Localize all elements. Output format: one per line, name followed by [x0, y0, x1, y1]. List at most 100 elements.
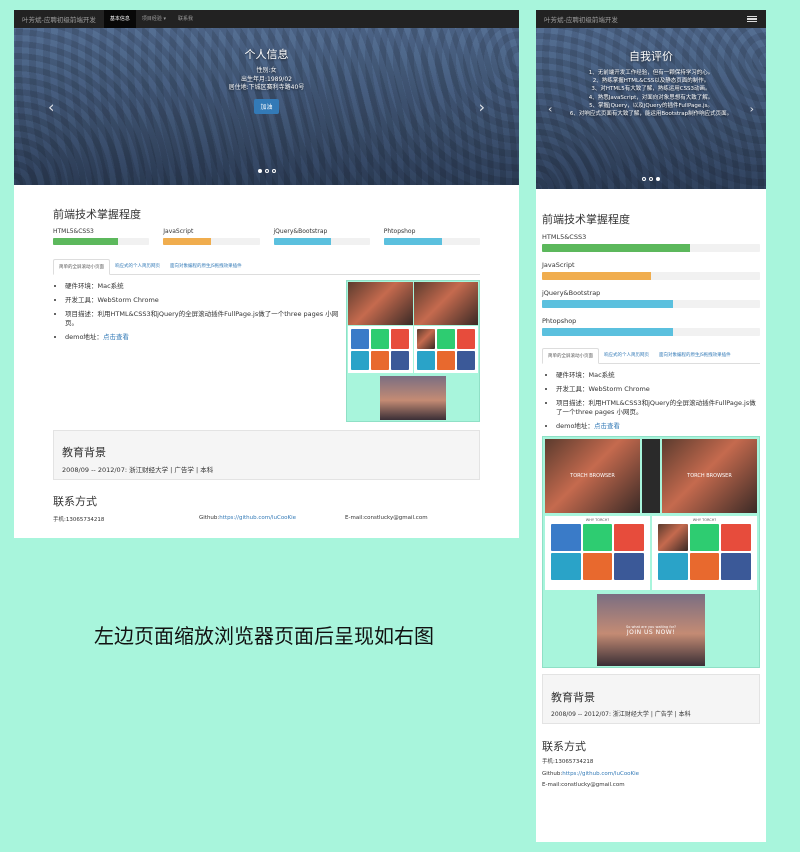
- preview-tile: [658, 524, 688, 551]
- preview-hero-text: TORCH BROWSER: [570, 473, 615, 479]
- preview-features: WHY TORCH?: [545, 516, 650, 590]
- project-bullet: 项目描述：利用HTML&CSS3和jQuery的全屏滚动插件FullPage.j…: [65, 310, 340, 328]
- demo-link[interactable]: 点击查看: [103, 333, 129, 341]
- github-link[interactable]: https://github.com/luCooKie: [562, 771, 639, 777]
- preview-hero-image: TORCH BROWSER: [545, 439, 640, 513]
- skill-item: Phtopshop: [542, 317, 760, 336]
- skill-bar: [542, 328, 760, 336]
- tab-drag-plugin[interactable]: 面向对象编程的原生JS拖拽效果插件: [654, 348, 736, 363]
- github-label: Github:: [199, 515, 220, 521]
- nav-item-basic-info[interactable]: 基本信息: [103, 10, 136, 28]
- carousel-caption: 自我评价 1、无前端开发工作经验，但有一颗保持学习的心。 2、熟练掌握HTML&…: [536, 48, 766, 118]
- carousel-indicator[interactable]: [271, 169, 276, 173]
- preview-tile: [371, 329, 390, 349]
- caption-line: 5、掌握jQuery，以及jQuery的插件FullPage.js。: [589, 102, 713, 109]
- carousel-indicator[interactable]: [656, 177, 660, 181]
- skill-bar-fill: [163, 238, 212, 245]
- project-bullet: 硬件环境：Mac系统: [65, 282, 340, 291]
- skill-item: jQuery&Bootstrap: [273, 228, 370, 245]
- preview-tiles: [654, 522, 755, 582]
- skill-item: JavaScript: [163, 228, 260, 245]
- skill-bar: [542, 272, 760, 280]
- contact-email: E-mail:constlucky@gmail.com: [345, 515, 428, 521]
- project-details: 硬件环境：Mac系统 开发工具：WebStorm Chrome 项目描述：利用H…: [53, 280, 340, 422]
- education-title: 教育背景: [551, 691, 595, 704]
- skill-bar: [542, 244, 760, 252]
- cheer-button[interactable]: 加油: [254, 98, 279, 114]
- project-bullet: 硬件环境：Mac系统: [556, 371, 760, 380]
- preview-join-text: JOIN US NOW!: [626, 628, 676, 636]
- carousel-indicator[interactable]: [264, 169, 269, 173]
- skill-bar: [542, 300, 760, 308]
- carousel-indicators: [14, 169, 519, 173]
- project-panel: 硬件环境：Mac系统 开发工具：WebStorm Chrome 项目描述：利用H…: [53, 280, 480, 422]
- preview-tiles: [413, 326, 478, 373]
- project-preview: TORCH BROWSER TORCH BROWSER WHY TORCH? W…: [542, 436, 760, 668]
- preview-sunset-image: [380, 376, 446, 420]
- education-title: 教育背景: [62, 446, 106, 459]
- skill-item: HTML5&CSS3: [53, 228, 150, 245]
- navbar-brand[interactable]: 叶芳斌-应聘初级前端开发: [536, 14, 626, 24]
- preview-tile: [689, 524, 720, 551]
- skills-title: 前端技术掌握程度: [53, 208, 141, 221]
- tab-responsive-resume[interactable]: 响应式的个人简历网页: [110, 259, 165, 274]
- preview-tile: [436, 350, 455, 370]
- skill-name: jQuery&Bootstrap: [273, 228, 328, 235]
- skill-name: jQuery&Bootstrap: [542, 289, 601, 297]
- caption-line: 2、熟练掌握HTML&CSS以及静态页面的制作。: [592, 78, 710, 85]
- skill-bar-fill: [273, 238, 332, 245]
- tab-fullpage[interactable]: 简单的全屏滚动小页面: [53, 259, 110, 275]
- preview-tile: [551, 553, 581, 580]
- navbar-brand[interactable]: 叶芳斌-应聘初级前端开发: [14, 14, 104, 24]
- contact-github: Github:https://github.com/luCooKie: [199, 515, 345, 523]
- carousel-prev-icon[interactable]: ‹: [548, 102, 552, 115]
- contact-phone: 手机:13065734218: [542, 759, 594, 765]
- skill-bar-fill: [53, 238, 119, 245]
- carousel-indicator[interactable]: [257, 169, 262, 173]
- preview-tile: [614, 524, 644, 551]
- preview-tile: [351, 350, 370, 370]
- tab-fullpage[interactable]: 简单的全屏滚动小页面: [542, 348, 599, 364]
- skills-list: HTML5&CSS3 JavaScript jQuery&Bootstrap P…: [14, 228, 519, 245]
- preview-features: WHY TORCH?: [652, 516, 757, 590]
- skills-list: HTML5&CSS3 JavaScript jQuery&Bootstrap P…: [542, 233, 760, 336]
- preview-hero-image: [413, 282, 478, 325]
- contact-row: 手机:13065734218 Github:https://github.com…: [53, 515, 480, 523]
- project-preview: [346, 280, 480, 422]
- carousel-indicator[interactable]: [649, 177, 653, 181]
- tab-responsive-resume[interactable]: 响应式的个人简历网页: [599, 348, 654, 363]
- project-bullet: demo地址：点击查看: [556, 422, 760, 431]
- project-bullet: 项目描述：利用HTML&CSS3和jQuery的全屏滚动插件FullPage.j…: [556, 399, 760, 417]
- carousel-next-icon[interactable]: ›: [479, 97, 485, 116]
- github-link[interactable]: https://github.com/luCooKie: [219, 515, 296, 521]
- project-bullet: demo地址：点击查看: [65, 333, 340, 342]
- preview-tile: [391, 329, 410, 349]
- skill-bar: [273, 238, 370, 245]
- hero-carousel: 个人信息 性别:女 出生年月:1989/02 居住地:下城区赛利寺路40号 加油…: [14, 28, 519, 185]
- navbar: 叶芳斌-应聘初级前端开发: [536, 10, 766, 28]
- skill-name: Phtopshop: [542, 317, 577, 325]
- carousel-indicator[interactable]: [642, 177, 646, 181]
- skill-item: Phtopshop: [383, 228, 480, 245]
- project-bullet: 开发工具：WebStorm Chrome: [65, 296, 340, 305]
- skill-bar: [53, 238, 150, 245]
- nav-item-contact[interactable]: 联系我: [172, 10, 199, 28]
- nav-item-projects[interactable]: 项目经验 ▾: [136, 10, 172, 28]
- preview-tile: [582, 553, 613, 580]
- skill-bar-fill: [542, 272, 651, 280]
- mobile-screenshot: 叶芳斌-应聘初级前端开发 自我评价 1、无前端开发工作经验，但有一颗保持学习的心…: [536, 10, 766, 842]
- contact-title: 联系方式: [542, 740, 586, 753]
- skill-bar-fill: [383, 238, 442, 245]
- demo-label: demo地址：: [65, 333, 103, 341]
- tab-drag-plugin[interactable]: 面向对象编程的原生JS拖拽效果插件: [165, 259, 247, 274]
- skill-item: jQuery&Bootstrap: [542, 289, 760, 308]
- demo-link[interactable]: 点击查看: [594, 422, 620, 430]
- preview-sunset-image: So what are you waiting for? JOIN US NOW…: [597, 594, 705, 666]
- project-details: 硬件环境：Mac系统 开发工具：WebStorm Chrome 项目描述：利用H…: [542, 371, 760, 431]
- menu-toggle-icon[interactable]: [747, 15, 757, 23]
- carousel-title: 自我评价: [629, 50, 673, 63]
- carousel-next-icon[interactable]: ›: [750, 102, 754, 115]
- carousel-prev-icon[interactable]: ‹: [48, 97, 54, 116]
- caption-line: 1、无前端开发工作经验，但有一颗保持学习的心。: [588, 70, 714, 76]
- contact-list: 手机:13065734218 Github:https://github.com…: [542, 757, 760, 792]
